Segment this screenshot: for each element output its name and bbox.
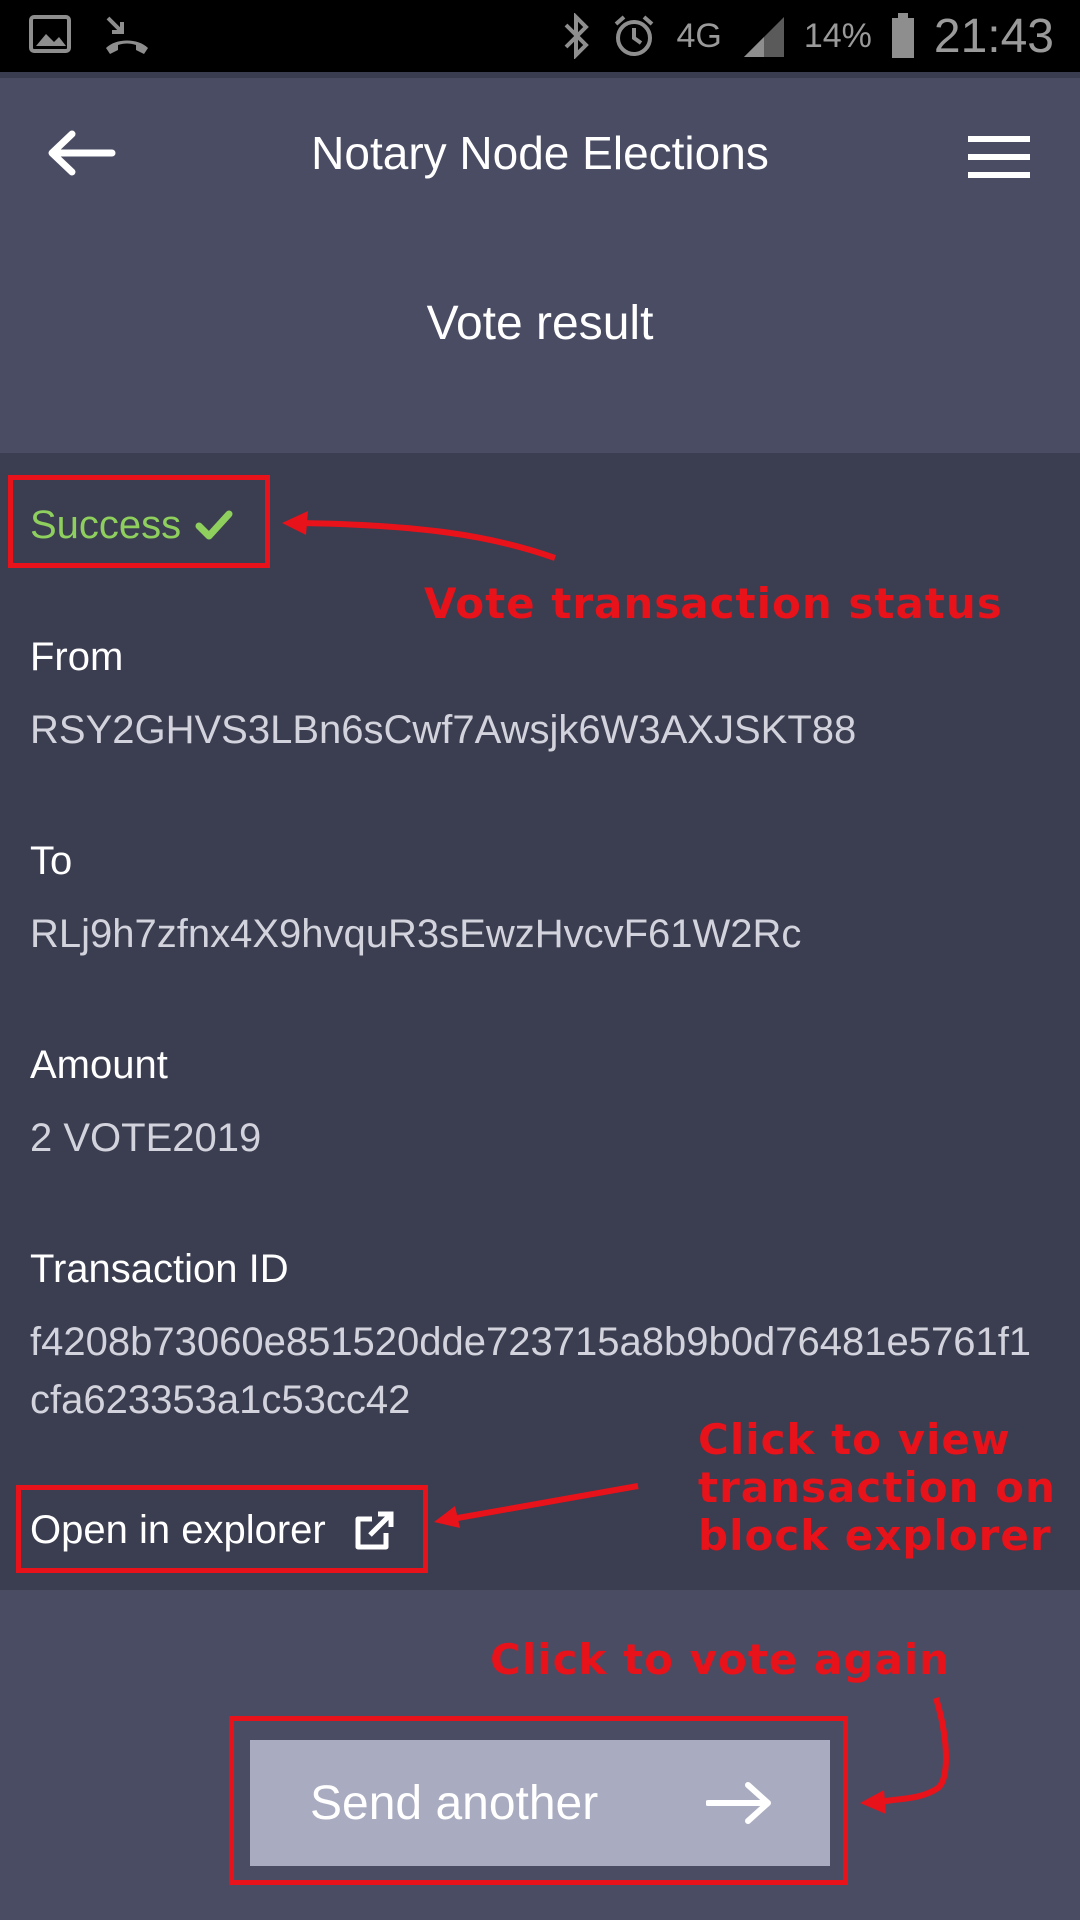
annotation-box-explorer bbox=[16, 1485, 428, 1573]
signal-icon bbox=[743, 17, 784, 57]
battery-percent: 14% bbox=[803, 16, 872, 55]
annotation-explorer-line-2: transaction on bbox=[698, 1463, 1056, 1512]
amount-value: 2 VOTE2019 bbox=[30, 1116, 262, 1160]
section-header: Vote result bbox=[0, 230, 1080, 453]
annotation-explorer-line-3: block explorer bbox=[698, 1511, 1052, 1560]
from-value: RSY2GHVS3LBn6sCwf7Awsjk6W3AXJSKT88 bbox=[30, 708, 857, 752]
missed-call-icon bbox=[106, 16, 148, 54]
annotation-send-text: Click to vote again bbox=[490, 1635, 951, 1684]
network-type: 4G bbox=[676, 16, 722, 55]
amount-label: Amount bbox=[30, 1043, 168, 1087]
annotation-box-status bbox=[8, 475, 270, 568]
battery-icon bbox=[891, 13, 914, 58]
page-title: Vote result bbox=[426, 297, 654, 350]
transaction-id-value: f4208b73060e851520dde723715a8b9b0d76481e… bbox=[30, 1320, 1032, 1422]
hamburger-menu-icon[interactable] bbox=[968, 134, 1030, 180]
gallery-icon bbox=[29, 15, 71, 53]
app-title: Notary Node Elections bbox=[311, 127, 769, 179]
to-label: To bbox=[30, 839, 73, 883]
app-bar: Notary Node Elections bbox=[0, 72, 1080, 236]
to-value: RLj9h7zfnx4X9hvquR3sEwzHvcvF61W2Rc bbox=[30, 912, 802, 956]
annotation-explorer-line-1: Click to view bbox=[698, 1415, 1011, 1464]
status-bar: 4G 14% 21:43 bbox=[0, 0, 1080, 72]
clock: 21:43 bbox=[933, 9, 1054, 63]
annotation-status-text: Vote transaction status bbox=[424, 579, 1003, 628]
bluetooth-icon bbox=[565, 13, 590, 59]
transaction-id-label: Transaction ID bbox=[30, 1247, 289, 1291]
annotation-box-send bbox=[229, 1716, 848, 1885]
from-label: From bbox=[30, 635, 124, 679]
alarm-icon bbox=[615, 15, 654, 56]
